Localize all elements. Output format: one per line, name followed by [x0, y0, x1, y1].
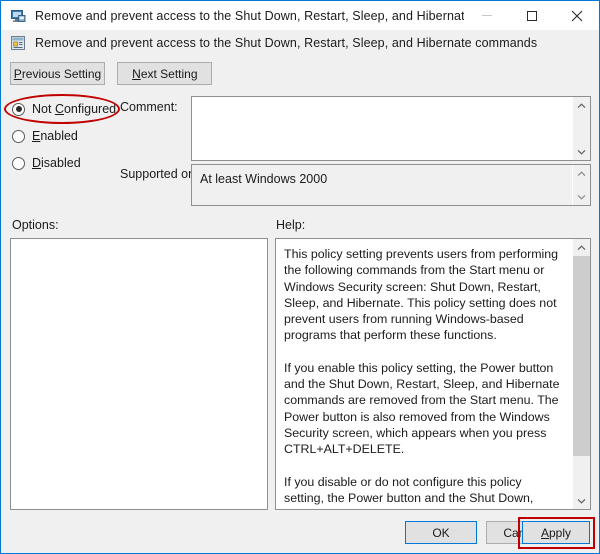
- comment-text[interactable]: [192, 97, 572, 160]
- next-setting-accel: N: [132, 67, 141, 81]
- supported-scroll-track[interactable]: [573, 182, 590, 188]
- minimize-button[interactable]: [464, 1, 509, 30]
- minimize-icon: [482, 15, 492, 16]
- previous-setting-accel: P: [14, 67, 22, 81]
- radio-not-configured[interactable]: Not Configured: [12, 98, 132, 120]
- close-icon: [571, 10, 583, 22]
- policy-state-radio-group: Not Configured Enabled Disabled: [12, 98, 132, 179]
- help-scroll-up-button[interactable]: [573, 239, 590, 256]
- supported-scroll-up-button[interactable]: [573, 165, 590, 182]
- radio-not-configured-indicator: [12, 103, 25, 116]
- help-scroll-down-button[interactable]: [573, 492, 590, 509]
- supported-scroll-down-button[interactable]: [573, 188, 590, 205]
- comment-scrollbar[interactable]: [572, 97, 590, 160]
- radio-enabled-indicator: [12, 130, 25, 143]
- options-panel: [10, 238, 268, 510]
- radio-disabled[interactable]: Disabled: [12, 152, 132, 174]
- close-button[interactable]: [554, 1, 599, 30]
- radio-disabled-indicator: [12, 157, 25, 170]
- help-paragraph: If you enable this policy setting, the P…: [284, 360, 563, 458]
- help-scroll-track[interactable]: [573, 256, 590, 492]
- comment-scroll-up-button[interactable]: [573, 97, 590, 114]
- window-title: Remove and prevent access to the Shut Do…: [35, 9, 464, 23]
- radio-disabled-label: Disabled: [32, 156, 81, 170]
- chevron-up-icon: [577, 103, 586, 109]
- chevron-up-icon: [577, 245, 586, 251]
- next-setting-label: ext Setting: [141, 67, 198, 81]
- help-label: Help:: [276, 218, 305, 232]
- supported-on-scrollbar[interactable]: [572, 165, 590, 205]
- radio-not-configured-label: Not Configured: [32, 102, 116, 116]
- comment-textarea[interactable]: [191, 96, 591, 161]
- chevron-down-icon: [577, 194, 586, 200]
- comment-label: Comment:: [120, 100, 178, 114]
- policy-setting-icon: [10, 35, 26, 51]
- apply-button[interactable]: Apply: [522, 521, 590, 544]
- maximize-button[interactable]: [509, 1, 554, 30]
- previous-setting-label: revious Setting: [22, 67, 101, 81]
- group-policy-window-icon: [10, 8, 26, 24]
- supported-on-value: At least Windows 2000: [192, 165, 572, 186]
- title-bar: Remove and prevent access to the Shut Do…: [1, 1, 599, 30]
- comment-scroll-down-button[interactable]: [573, 143, 590, 160]
- radio-enabled-label: Enabled: [32, 129, 78, 143]
- ok-button[interactable]: OK: [405, 521, 477, 544]
- previous-setting-button[interactable]: Previous Setting: [10, 62, 105, 85]
- policy-header: Remove and prevent access to the Shut Do…: [2, 30, 598, 56]
- next-setting-button[interactable]: Next Setting: [117, 62, 212, 85]
- setting-navigation: Previous Setting Next Setting: [10, 62, 212, 85]
- apply-accel: A: [541, 526, 549, 540]
- comment-scroll-track[interactable]: [573, 114, 590, 143]
- help-paragraph: This policy setting prevents users from …: [284, 246, 563, 344]
- help-text: This policy setting prevents users from …: [276, 239, 572, 509]
- window-controls: [464, 1, 599, 30]
- help-scrollbar[interactable]: [572, 239, 590, 509]
- options-panel-content: [11, 239, 267, 509]
- supported-on-textarea: At least Windows 2000: [191, 164, 591, 206]
- policy-header-title: Remove and prevent access to the Shut Do…: [35, 36, 537, 50]
- help-scroll-thumb[interactable]: [573, 256, 590, 456]
- chevron-down-icon: [577, 149, 586, 155]
- supported-on-label: Supported on:: [120, 167, 199, 181]
- group-policy-setting-dialog: Remove and prevent access to the Shut Do…: [0, 0, 600, 554]
- help-panel: This policy setting prevents users from …: [275, 238, 591, 510]
- maximize-icon: [527, 11, 537, 21]
- radio-enabled[interactable]: Enabled: [12, 125, 132, 147]
- apply-label: pply: [549, 526, 571, 540]
- options-label: Options:: [12, 218, 59, 232]
- chevron-down-icon: [577, 498, 586, 504]
- chevron-up-icon: [577, 171, 586, 177]
- help-paragraph: If you disable or do not configure this …: [284, 474, 563, 509]
